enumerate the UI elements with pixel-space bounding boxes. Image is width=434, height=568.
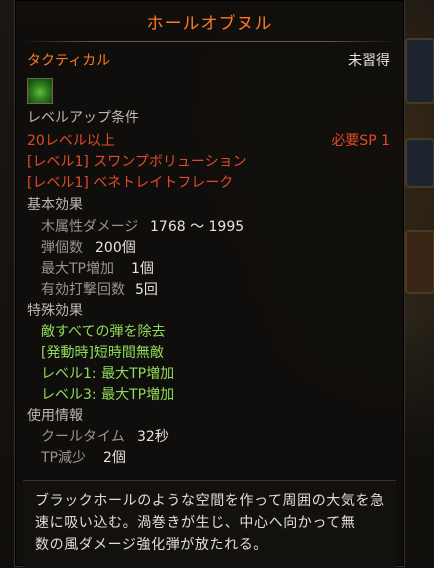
description-line: 速に吸い込む。渦巻きが生じ、中心へ向かって無 [35, 515, 356, 531]
stat-value: 1個 [131, 261, 154, 277]
skill-description-box: ブラックホールのような空間を作って周囲の大気を急 速に吸い込む。渦巻きが生じ、中… [23, 480, 396, 567]
prerequisite-skill: [レベル1] スワンプボリューション [27, 154, 247, 170]
stat-value: 2個 [103, 450, 126, 466]
stat-label: 弾個数 [41, 240, 83, 256]
skill-type: タクティカル [27, 53, 111, 69]
special-effect: レベル1: 最大TP増加 [41, 366, 175, 382]
usage-info-header: 使用情報 [27, 408, 83, 424]
background-skill-slot [405, 230, 434, 294]
title-divider [21, 41, 398, 42]
skill-name: ホールオブヌル [146, 14, 273, 34]
stat-label: 木属性ダメージ [41, 219, 139, 235]
basic-effect-header: 基本効果 [27, 197, 83, 213]
special-effect: 敵すべての弾を除去 [41, 324, 166, 340]
special-effect: [発動時]短時間無敵 [41, 345, 164, 361]
skill-description: ブラックホールのような空間を作って周囲の大気を急 速に吸い込む。渦巻きが生じ、中… [35, 490, 386, 556]
background-skill-slot [405, 138, 434, 188]
description-line: ブラックホールのような空間を作って周囲の大気を急 [35, 493, 385, 509]
stat-label: クールタイム [41, 429, 125, 445]
special-effect: レベル3: 最大TP増加 [41, 387, 175, 403]
prerequisite-skill: [レベル1] ベネトレイトフレーク [27, 175, 234, 191]
learn-status: 未習得 [348, 53, 390, 69]
skill-tooltip: ホールオブヌル タクティカル 未習得 レベルアップ条件 20レベル以上 必要SP… [14, 0, 405, 567]
stat-label: 最大TP増加 [41, 261, 114, 277]
background-skill-slot [405, 38, 434, 104]
stat-value: 1768 ～ 1995 [150, 219, 245, 235]
stat-value: 5回 [135, 282, 158, 298]
required-sp: 必要SP 1 [331, 133, 390, 149]
stat-value: 200個 [95, 240, 136, 256]
stat-value: 32秒 [137, 429, 169, 445]
special-effect-header: 特殊効果 [27, 303, 83, 319]
description-line: 数の風ダメージ強化弾が放たれる。 [35, 537, 268, 553]
swamp-vortex-icon [27, 78, 53, 104]
required-level: 20レベル以上 [27, 133, 115, 149]
stat-label: TP減少 [41, 450, 86, 466]
requirements-header: レベルアップ条件 [27, 110, 139, 126]
stat-label: 有効打撃回数 [41, 282, 125, 298]
